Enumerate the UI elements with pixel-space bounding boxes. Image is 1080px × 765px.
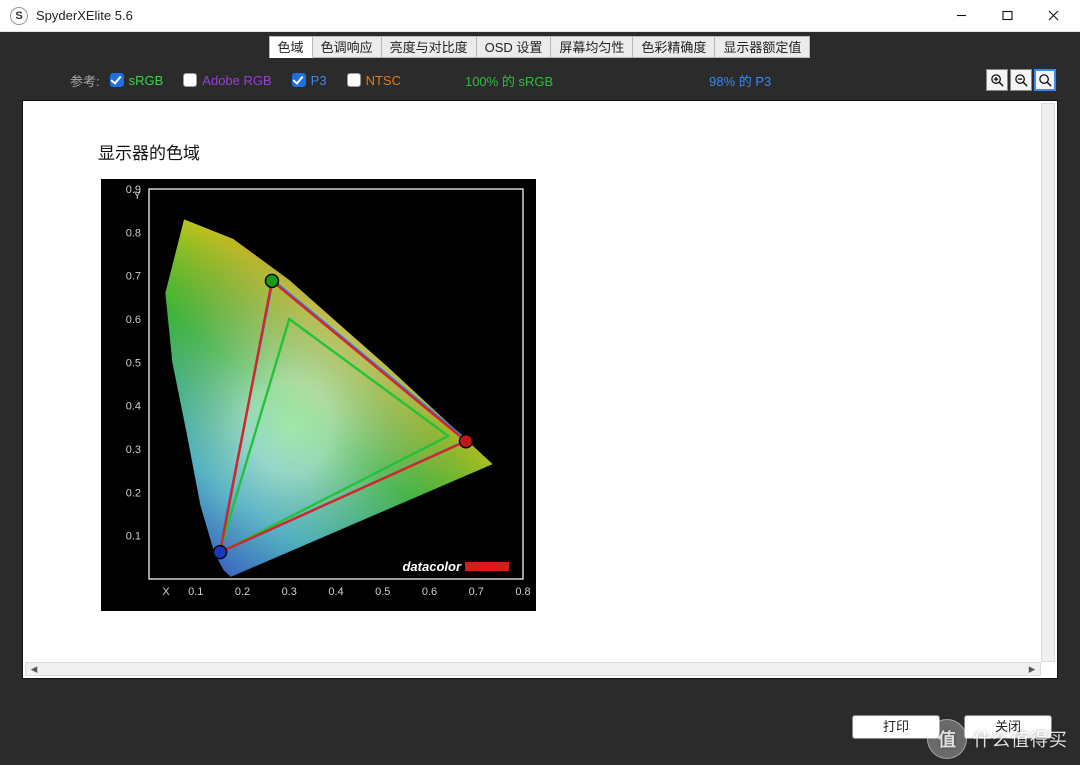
tab-bar: 色域 色调响应 亮度与对比度 OSD 设置 屏幕均匀性 色彩精确度 显示器额定值	[0, 36, 1080, 62]
svg-text:0.5: 0.5	[126, 357, 141, 369]
svg-text:0.4: 0.4	[126, 401, 141, 413]
app-icon: S	[10, 7, 28, 25]
svg-text:0.4: 0.4	[328, 586, 343, 598]
window-title: SpyderXElite 5.6	[36, 8, 133, 23]
zoom-out-button[interactable]	[1010, 69, 1032, 91]
svg-text:0.3: 0.3	[282, 586, 297, 598]
scroll-left-icon[interactable]: ◂	[26, 663, 42, 675]
svg-text:X: X	[162, 586, 170, 598]
svg-text:0.8: 0.8	[126, 227, 141, 239]
svg-text:0.1: 0.1	[126, 531, 141, 543]
svg-text:0.8: 0.8	[515, 586, 530, 598]
option-p3[interactable]: P3	[292, 73, 327, 88]
zoom-group	[986, 69, 1056, 91]
svg-text:0.1: 0.1	[188, 586, 203, 598]
footer: 打印 关闭	[0, 715, 1080, 745]
minimize-button[interactable]	[938, 1, 984, 31]
close-button[interactable]	[1030, 1, 1076, 31]
svg-text:Y: Y	[134, 190, 142, 202]
option-adobergb-label: Adobe RGB	[202, 73, 271, 88]
svg-text:0.7: 0.7	[469, 586, 484, 598]
option-adobergb[interactable]: Adobe RGB	[183, 73, 271, 88]
checkbox-p3[interactable]	[292, 73, 306, 87]
option-ntsc-label: NTSC	[366, 73, 401, 88]
zoom-fit-button[interactable]	[1034, 69, 1056, 91]
checkbox-srgb[interactable]	[110, 73, 124, 87]
stat-srgb: 100% 的 sRGB	[465, 71, 553, 90]
option-ntsc[interactable]: NTSC	[347, 73, 401, 88]
print-button[interactable]: 打印	[852, 715, 940, 739]
vertical-scrollbar[interactable]	[1041, 103, 1055, 662]
chart-title: 显示器的色域	[98, 139, 200, 164]
scroll-right-icon[interactable]: ▸	[1024, 663, 1040, 675]
close-dialog-button[interactable]: 关闭	[964, 715, 1052, 739]
chromaticity-chart: 0.1 0.2 0.3 0.4 0.5 0.6 0.7 0.8 0.1 0.2 0.3 0.4 0.5 0…	[101, 179, 536, 611]
option-srgb[interactable]: sRGB	[110, 73, 164, 88]
app-body: 色域 色调响应 亮度与对比度 OSD 设置 屏幕均匀性 色彩精确度 显示器额定值…	[0, 32, 1080, 765]
maximize-button[interactable]	[984, 1, 1030, 31]
content-area: 显示器的色域 0.1 0.2 0.3 0.4 0.5 0.6 0.7 0.8 0.1 0.2 0.3…	[22, 100, 1058, 679]
svg-text:0.5: 0.5	[375, 586, 390, 598]
svg-text:0.7: 0.7	[126, 271, 141, 283]
svg-text:0.3: 0.3	[126, 444, 141, 456]
zoom-in-button[interactable]	[986, 69, 1008, 91]
tab-contrast[interactable]: 亮度与对比度	[381, 36, 477, 58]
tab-accuracy[interactable]: 色彩精确度	[632, 36, 715, 58]
tab-uniform[interactable]: 屏幕均匀性	[550, 36, 633, 58]
titlebar: S SpyderXElite 5.6	[0, 0, 1080, 32]
horizontal-scrollbar[interactable]: ◂ ▸	[25, 662, 1041, 676]
options-bar: 参考: sRGB Adobe RGB P3 NTSC 100% 的 sRGB 9…	[0, 62, 1080, 98]
option-srgb-label: sRGB	[129, 73, 164, 88]
svg-text:0.6: 0.6	[422, 586, 437, 598]
svg-text:0.6: 0.6	[126, 314, 141, 326]
reference-label: 参考:	[70, 71, 100, 90]
option-p3-label: P3	[311, 73, 327, 88]
tab-gamut[interactable]: 色域	[269, 36, 313, 58]
tab-rating[interactable]: 显示器额定值	[714, 36, 810, 58]
checkbox-adobergb[interactable]	[183, 73, 197, 87]
stat-p3: 98% 的 P3	[709, 71, 771, 90]
tab-tone[interactable]: 色调响应	[312, 36, 382, 58]
svg-text:0.2: 0.2	[235, 586, 250, 598]
svg-text:0.2: 0.2	[126, 487, 141, 499]
checkbox-ntsc[interactable]	[347, 73, 361, 87]
tab-osd[interactable]: OSD 设置	[476, 36, 552, 58]
svg-text:datacolor: datacolor	[402, 559, 461, 574]
